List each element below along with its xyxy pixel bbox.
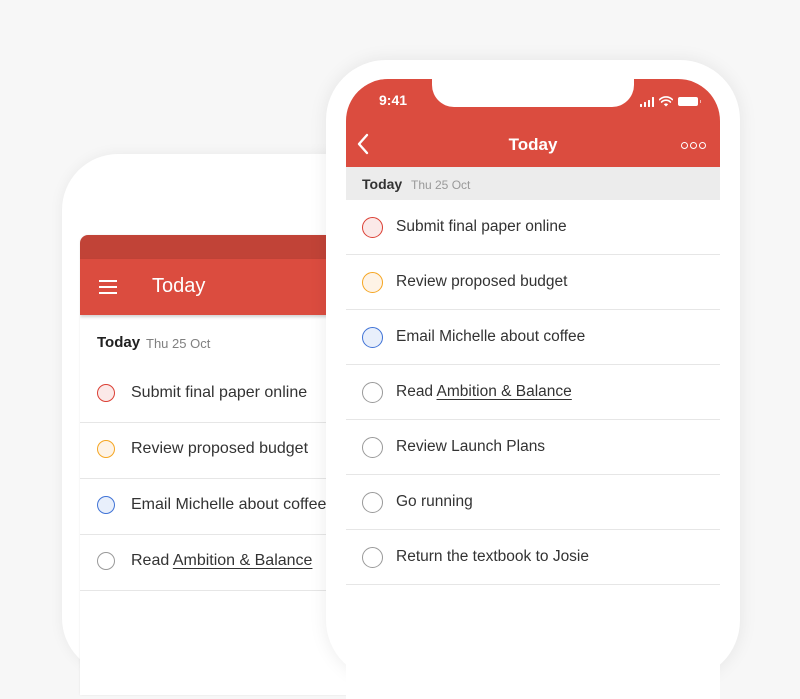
task-checkbox-icon[interactable] — [362, 327, 383, 348]
task-label: Read Ambition & Balance — [396, 383, 572, 401]
task-label-prefix: Read — [131, 552, 173, 569]
task-label-text: Submit final paper online — [396, 218, 567, 235]
wifi-icon — [659, 96, 673, 107]
ios-section-header: Today Thu 25 Oct — [346, 167, 720, 200]
task-checkbox-icon[interactable] — [362, 437, 383, 458]
task-row[interactable]: Read Ambition & Balance — [346, 365, 720, 420]
task-checkbox-icon[interactable] — [362, 382, 383, 403]
task-checkbox-icon[interactable] — [362, 217, 383, 238]
status-icons — [639, 95, 701, 107]
task-label-text: Return the textbook to Josie — [396, 548, 590, 565]
task-label: Go running — [396, 493, 473, 511]
iphone-mockup: 9:41 Today Today Thu 25 Oct Submit final… — [326, 60, 740, 699]
task-checkbox-icon[interactable] — [362, 492, 383, 513]
task-checkbox-icon[interactable] — [362, 547, 383, 568]
task-label: Read Ambition & Balance — [131, 552, 312, 570]
section-date: Thu 25 Oct — [411, 178, 471, 192]
task-checkbox-icon[interactable] — [97, 496, 115, 514]
task-label: Submit final paper online — [396, 218, 567, 236]
task-checkbox-icon[interactable] — [97, 384, 115, 402]
android-page-title: Today — [152, 275, 206, 297]
ios-task-list: Submit final paper online Review proposed… — [346, 200, 720, 585]
ios-header: 9:41 Today — [346, 79, 720, 167]
task-label: Submit final paper online — [131, 384, 307, 402]
task-label-text: Email Michelle about coffee — [131, 496, 327, 513]
battery-icon — [678, 97, 701, 106]
task-checkbox-icon[interactable] — [97, 440, 115, 458]
task-row[interactable]: Review proposed budget — [346, 255, 720, 310]
task-row[interactable]: Go running — [346, 475, 720, 530]
section-title: Today — [97, 334, 141, 351]
ios-page-title: Today — [508, 135, 558, 154]
task-label-text: Review proposed budget — [131, 440, 309, 457]
task-label-text: Review Launch Plans — [396, 438, 546, 455]
iphone-notch — [432, 79, 634, 107]
status-time: 9:41 — [379, 92, 408, 108]
more-options-icon[interactable] — [681, 142, 706, 149]
task-label: Review proposed budget — [131, 440, 308, 458]
task-label: Review proposed budget — [396, 273, 567, 291]
section-title: Today — [362, 176, 403, 192]
task-label: Review Launch Plans — [396, 438, 545, 456]
task-link[interactable]: Ambition & Balance — [173, 552, 313, 569]
task-label: Return the textbook to Josie — [396, 548, 589, 566]
task-row[interactable]: Return the textbook to Josie — [346, 530, 720, 585]
signal-icon — [639, 97, 654, 107]
task-checkbox-icon[interactable] — [362, 272, 383, 293]
hamburger-menu-icon[interactable] — [99, 280, 117, 294]
iphone-screen: 9:41 Today Today Thu 25 Oct Submit final… — [346, 79, 720, 699]
task-row[interactable]: Submit final paper online — [346, 200, 720, 255]
task-row[interactable]: Review Launch Plans — [346, 420, 720, 475]
task-link[interactable]: Ambition & Balance — [437, 383, 572, 400]
task-label: Email Michelle about coffee — [396, 328, 585, 346]
task-label-text: Submit final paper online — [131, 384, 308, 401]
section-date: Thu 25 Oct — [146, 336, 211, 351]
task-row[interactable]: Email Michelle about coffee — [346, 310, 720, 365]
task-label-text: Go running — [396, 493, 473, 510]
task-label-text: Review proposed budget — [396, 273, 568, 290]
task-label-text: Email Michelle about coffee — [396, 328, 586, 345]
task-label-prefix: Read — [396, 383, 437, 400]
task-checkbox-icon[interactable] — [97, 552, 115, 570]
task-label: Email Michelle about coffee — [131, 496, 326, 514]
